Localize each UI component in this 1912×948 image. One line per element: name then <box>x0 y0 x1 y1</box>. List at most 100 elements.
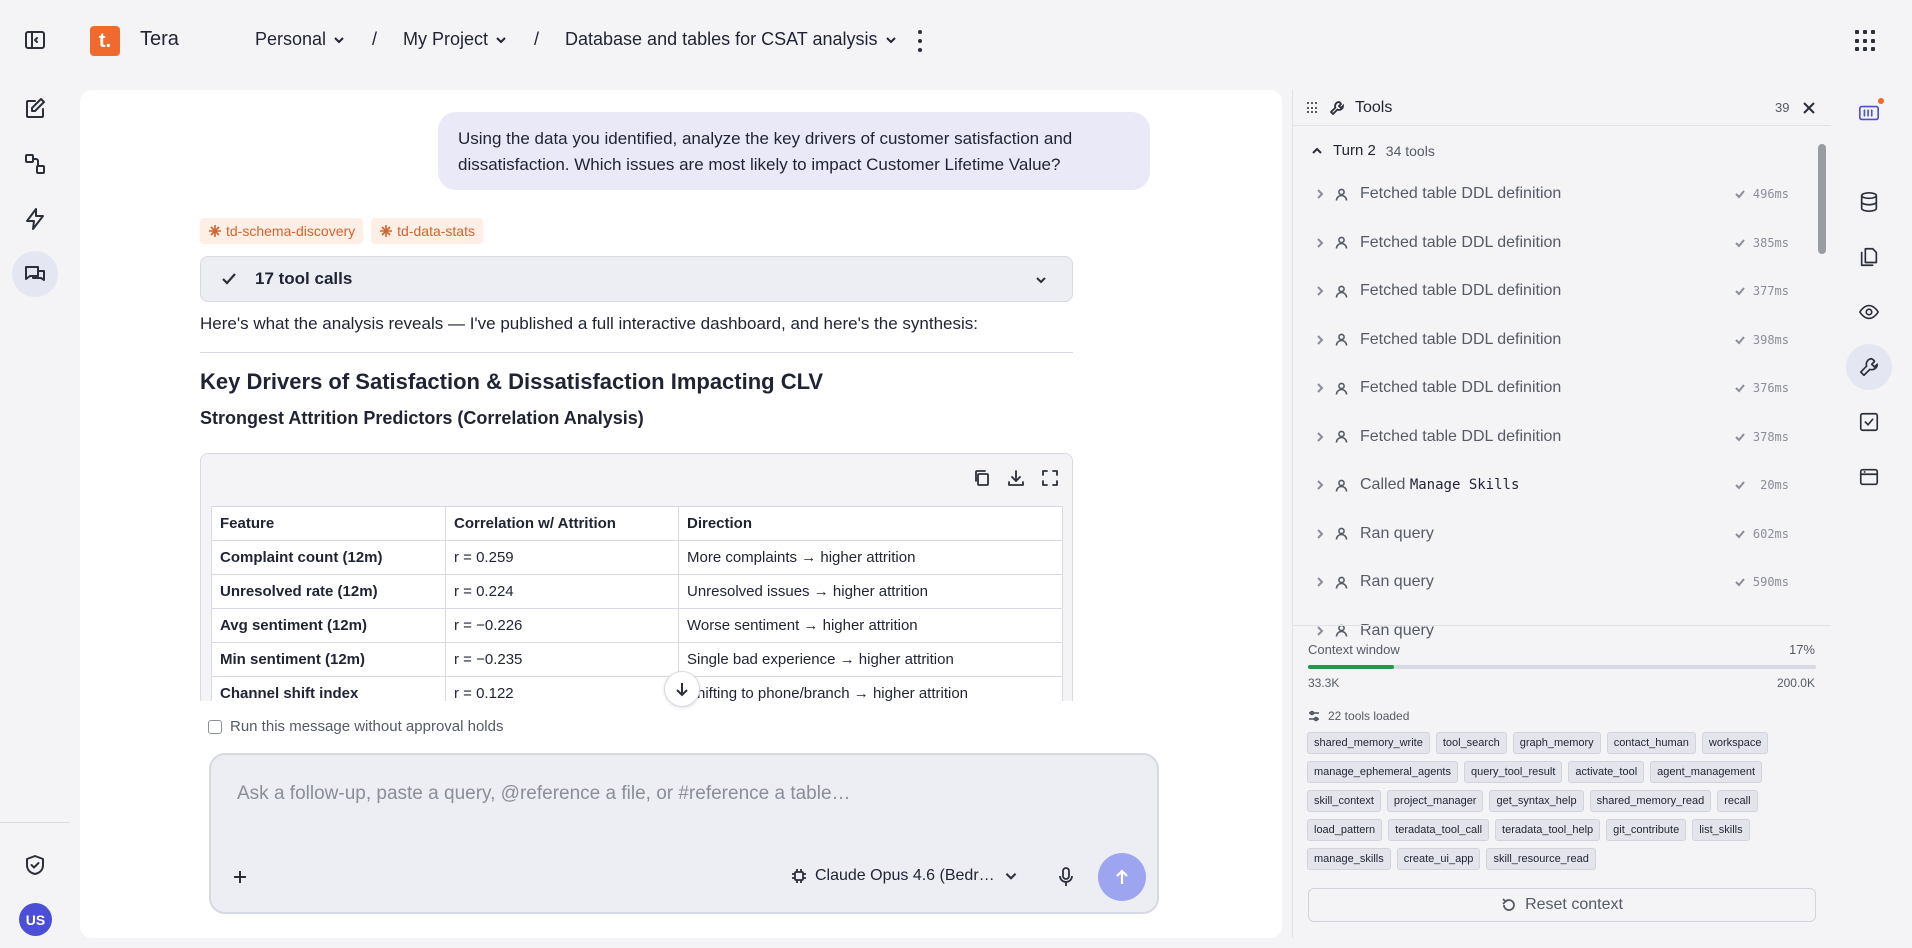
download-icon[interactable] <box>1006 468 1026 488</box>
reset-context-button[interactable]: Reset context <box>1308 888 1816 922</box>
tool-tag[interactable]: shared_memory_write <box>1307 732 1430 754</box>
turn-group-header[interactable]: Turn 2 34 tools <box>1311 142 1435 159</box>
microphone-icon[interactable] <box>1057 867 1075 887</box>
tool-tag[interactable]: activate_tool <box>1568 761 1645 783</box>
tool-tag[interactable]: teradata_tool_call <box>1388 819 1490 841</box>
skill-chip[interactable]: td-data-stats <box>371 218 483 244</box>
chat-panel: Using the data you identified, analyze t… <box>80 90 1282 938</box>
tool-tag[interactable]: manage_skills <box>1307 848 1391 870</box>
scroll-to-bottom-button[interactable] <box>664 671 700 707</box>
chats-icon[interactable] <box>12 251 58 297</box>
table-cell: r = −0.235 <box>445 642 679 677</box>
copy-icon[interactable] <box>972 468 992 488</box>
tool-tag[interactable]: list_skills <box>1692 819 1750 841</box>
new-chat-icon[interactable] <box>12 86 58 132</box>
files-icon[interactable] <box>1846 234 1892 280</box>
tool-row[interactable]: Fetched table DDL definition 398ms <box>1293 316 1813 365</box>
plus-icon[interactable] <box>231 868 249 886</box>
tool-tag[interactable]: load_pattern <box>1307 819 1383 841</box>
tool-row[interactable]: Fetched table DDL definition 378ms <box>1293 413 1813 462</box>
tool-row[interactable]: Called Manage Skills 20ms <box>1293 461 1813 510</box>
model-selector[interactable]: Claude Opus 4.6 (Bedr… <box>791 858 1019 894</box>
avatar[interactable]: US <box>19 903 52 936</box>
reset-context-label: Reset context <box>1525 896 1623 913</box>
tool-tag[interactable]: skill_context <box>1307 790 1381 812</box>
tool-name-text: Ran query <box>1360 573 1434 591</box>
tool-tag[interactable]: skill_resource_read <box>1486 848 1596 870</box>
skill-chip[interactable]: td-schema-discovery <box>200 218 364 244</box>
tool-tag[interactable]: tool_search <box>1435 732 1507 754</box>
apps-grid-icon[interactable] <box>1855 30 1877 52</box>
drag-handle-icon[interactable] <box>1307 102 1317 114</box>
tool-tag[interactable]: project_manager <box>1386 790 1484 812</box>
tool-list-scrollbar[interactable] <box>1817 130 1827 620</box>
tool-tag[interactable]: agent_management <box>1650 761 1763 783</box>
tool-tag[interactable]: recall <box>1717 790 1758 812</box>
approval-option[interactable]: Run this message without approval holds <box>208 718 504 735</box>
scrollbar-thumb[interactable] <box>1818 144 1826 254</box>
activity-icon[interactable] <box>1846 90 1892 136</box>
table-cell: Worse sentiment → higher attrition <box>678 608 1063 643</box>
arrow-up-icon <box>1116 869 1128 884</box>
table-cell: r = 0.259 <box>445 540 679 575</box>
agent-icon <box>1335 285 1348 298</box>
table-cell: Unresolved rate (12m) <box>211 574 446 609</box>
divider <box>1293 625 1831 626</box>
expand-icon[interactable] <box>1040 468 1060 488</box>
tool-name-code: Manage Skills <box>1409 477 1520 494</box>
model-name: Claude Opus 4.6 (Bedr… <box>815 867 995 884</box>
tool-tag[interactable]: shared_memory_read <box>1589 790 1712 812</box>
agent-icon <box>1335 527 1348 540</box>
tool-tag[interactable]: get_syntax_help <box>1489 790 1584 812</box>
chip-icon <box>792 869 806 883</box>
send-button[interactable] <box>1098 853 1146 901</box>
agent-icon <box>1335 479 1348 492</box>
tool-duration: 378ms <box>1752 429 1789 444</box>
app-name: Tera <box>140 28 179 50</box>
close-icon[interactable] <box>1803 102 1815 114</box>
more-options-icon[interactable] <box>912 28 928 54</box>
message-composer[interactable]: Ask a follow-up, paste a query, @referen… <box>209 753 1159 914</box>
rail-divider <box>0 822 70 823</box>
tool-name: Fetched table DDL definition <box>1360 234 1561 252</box>
tool-row[interactable]: Fetched table DDL definition 496ms <box>1293 170 1813 219</box>
tool-duration: 602ms <box>1752 526 1789 541</box>
sparkle-icon <box>380 225 393 237</box>
tool-name-text: Ran query <box>1360 524 1434 542</box>
workflow-icon[interactable] <box>12 141 58 187</box>
eye-icon[interactable] <box>1846 289 1892 335</box>
chevron-down-icon <box>496 36 506 43</box>
tool-tag[interactable]: contact_human <box>1606 732 1696 754</box>
breadcrumb-thread[interactable]: Database and tables for CSAT analysis <box>565 29 898 50</box>
checkbox-icon[interactable] <box>1846 399 1892 445</box>
check-icon <box>1735 336 1745 345</box>
tools-header: Tools 39 <box>1293 90 1831 126</box>
tool-calls-accordion[interactable]: 17 tool calls <box>200 256 1073 302</box>
tool-tag[interactable]: graph_memory <box>1512 732 1601 754</box>
tool-tag[interactable]: manage_ephemeral_agents <box>1307 761 1458 783</box>
tool-tag[interactable]: workspace <box>1701 732 1769 754</box>
tool-duration: 398ms <box>1752 332 1789 347</box>
breadcrumb-project[interactable]: My Project <box>403 29 508 50</box>
tool-tag[interactable]: query_tool_result <box>1464 761 1563 783</box>
tool-tag[interactable]: git_contribute <box>1606 819 1687 841</box>
browser-window-icon[interactable] <box>1846 454 1892 500</box>
tool-row[interactable]: Fetched table DDL definition 377ms <box>1293 267 1813 316</box>
tool-row[interactable]: Ran query 590ms <box>1293 558 1813 607</box>
tool-row[interactable]: Fetched table DDL definition 385ms <box>1293 219 1813 268</box>
check-icon <box>1735 481 1745 490</box>
database-icon[interactable] <box>1846 179 1892 225</box>
tool-name: Fetched table DDL definition <box>1360 428 1561 446</box>
breadcrumb-workspace[interactable]: Personal <box>255 29 346 50</box>
shield-check-icon[interactable] <box>12 842 58 888</box>
tools-loaded: 22 tools loaded <box>1308 709 1409 723</box>
breadcrumb-separator: / <box>534 29 540 49</box>
wrench-icon[interactable] <box>1846 344 1892 390</box>
tool-tag[interactable]: teradata_tool_help <box>1495 819 1601 841</box>
approval-checkbox[interactable] <box>208 719 222 734</box>
lightning-icon[interactable] <box>12 196 58 242</box>
tool-row[interactable]: Ran query 602ms <box>1293 510 1813 559</box>
notification-dot <box>1878 98 1884 104</box>
tool-row[interactable]: Fetched table DDL definition 376ms <box>1293 364 1813 413</box>
tool-tag[interactable]: create_ui_app <box>1396 848 1481 870</box>
